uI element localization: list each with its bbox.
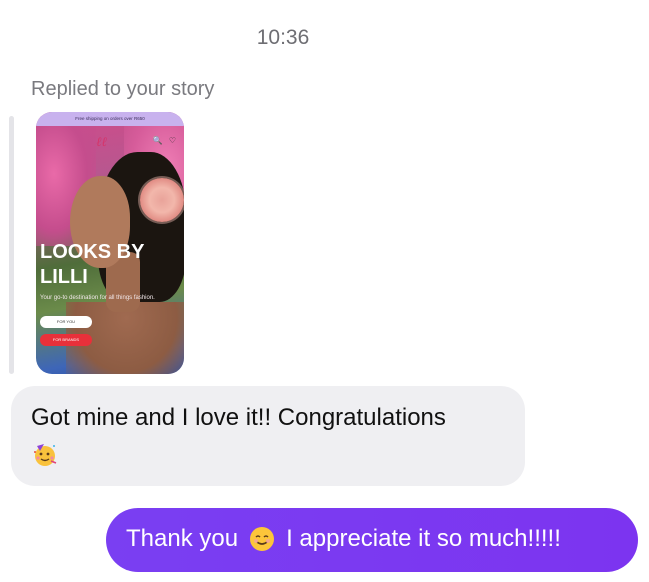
sent-message-bubble[interactable]: Thank you I appreciate it so much!!!!!: [106, 508, 638, 572]
story-header-icons: 🔍 ♡: [152, 136, 178, 145]
story-banner: Free shipping on orders over R650: [36, 112, 184, 126]
timestamp: 10:36: [256, 26, 310, 49]
story-logo: ℓℓ: [96, 135, 107, 150]
story-title-line2: LILLI: [40, 266, 88, 288]
replied-to-story-label: Replied to your story: [31, 78, 215, 100]
sent-message-text-start: Thank you: [126, 525, 239, 552]
story-title-line1: LOOKS BY: [40, 241, 145, 263]
story-preview[interactable]: Free shipping on orders over R650 ℓℓ 🔍 ♡…: [36, 112, 184, 374]
smiling-face-icon: [250, 527, 275, 551]
reply-indicator-bar: [9, 116, 14, 374]
received-message-text: Got mine and I love it!! Congratulations: [31, 404, 446, 431]
sent-message-text-end: I appreciate it so much!!!!!: [286, 525, 561, 552]
story-title: LOOKS BY LILLI: [40, 240, 170, 290]
sent-message-content: Thank you I appreciate it so much!!!!!: [126, 525, 561, 553]
story-subtitle: Your go-to destination for all things fa…: [40, 295, 155, 301]
story-button-for-you: FOR YOU: [40, 316, 92, 328]
story-flower: [140, 178, 184, 222]
partying-face-icon: [34, 444, 57, 466]
received-message-bubble[interactable]: Got mine and I love it!! Congratulations: [11, 386, 525, 486]
story-button-for-brands: FOR BRANDS: [40, 334, 92, 346]
